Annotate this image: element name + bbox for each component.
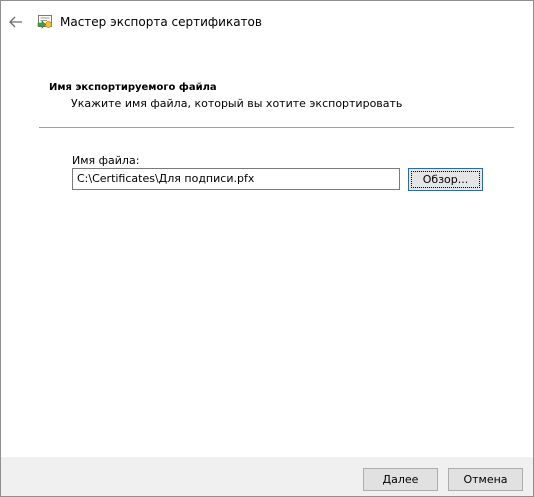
wizard-title: Мастер экспорта сертификатов (60, 15, 262, 29)
focus-rectangle (411, 171, 480, 188)
section-heading: Имя экспортируемого файла (49, 82, 217, 93)
certificate-export-wizard: Мастер экспорта сертификатов Имя экспорт… (0, 0, 534, 497)
file-name-input[interactable]: C:\Certificates\Для подписи.pfx (72, 168, 400, 190)
wizard-header: Мастер экспорта сертификатов (1, 1, 533, 45)
cancel-button-label: Отмена (463, 473, 508, 486)
file-name-label: Имя файла: (72, 154, 140, 167)
section-subheading: Укажите имя файла, который вы хотите экс… (71, 97, 403, 110)
header-divider (39, 127, 514, 128)
back-button[interactable] (5, 11, 27, 33)
next-button-label: Далее (382, 473, 419, 486)
next-button[interactable]: Далее (363, 468, 438, 491)
browse-button[interactable]: Обзор... (408, 168, 483, 191)
certificate-icon (37, 15, 52, 29)
back-arrow-icon (9, 16, 22, 28)
cancel-button[interactable]: Отмена (448, 468, 523, 491)
wizard-footer: Далее Отмена (1, 457, 533, 496)
